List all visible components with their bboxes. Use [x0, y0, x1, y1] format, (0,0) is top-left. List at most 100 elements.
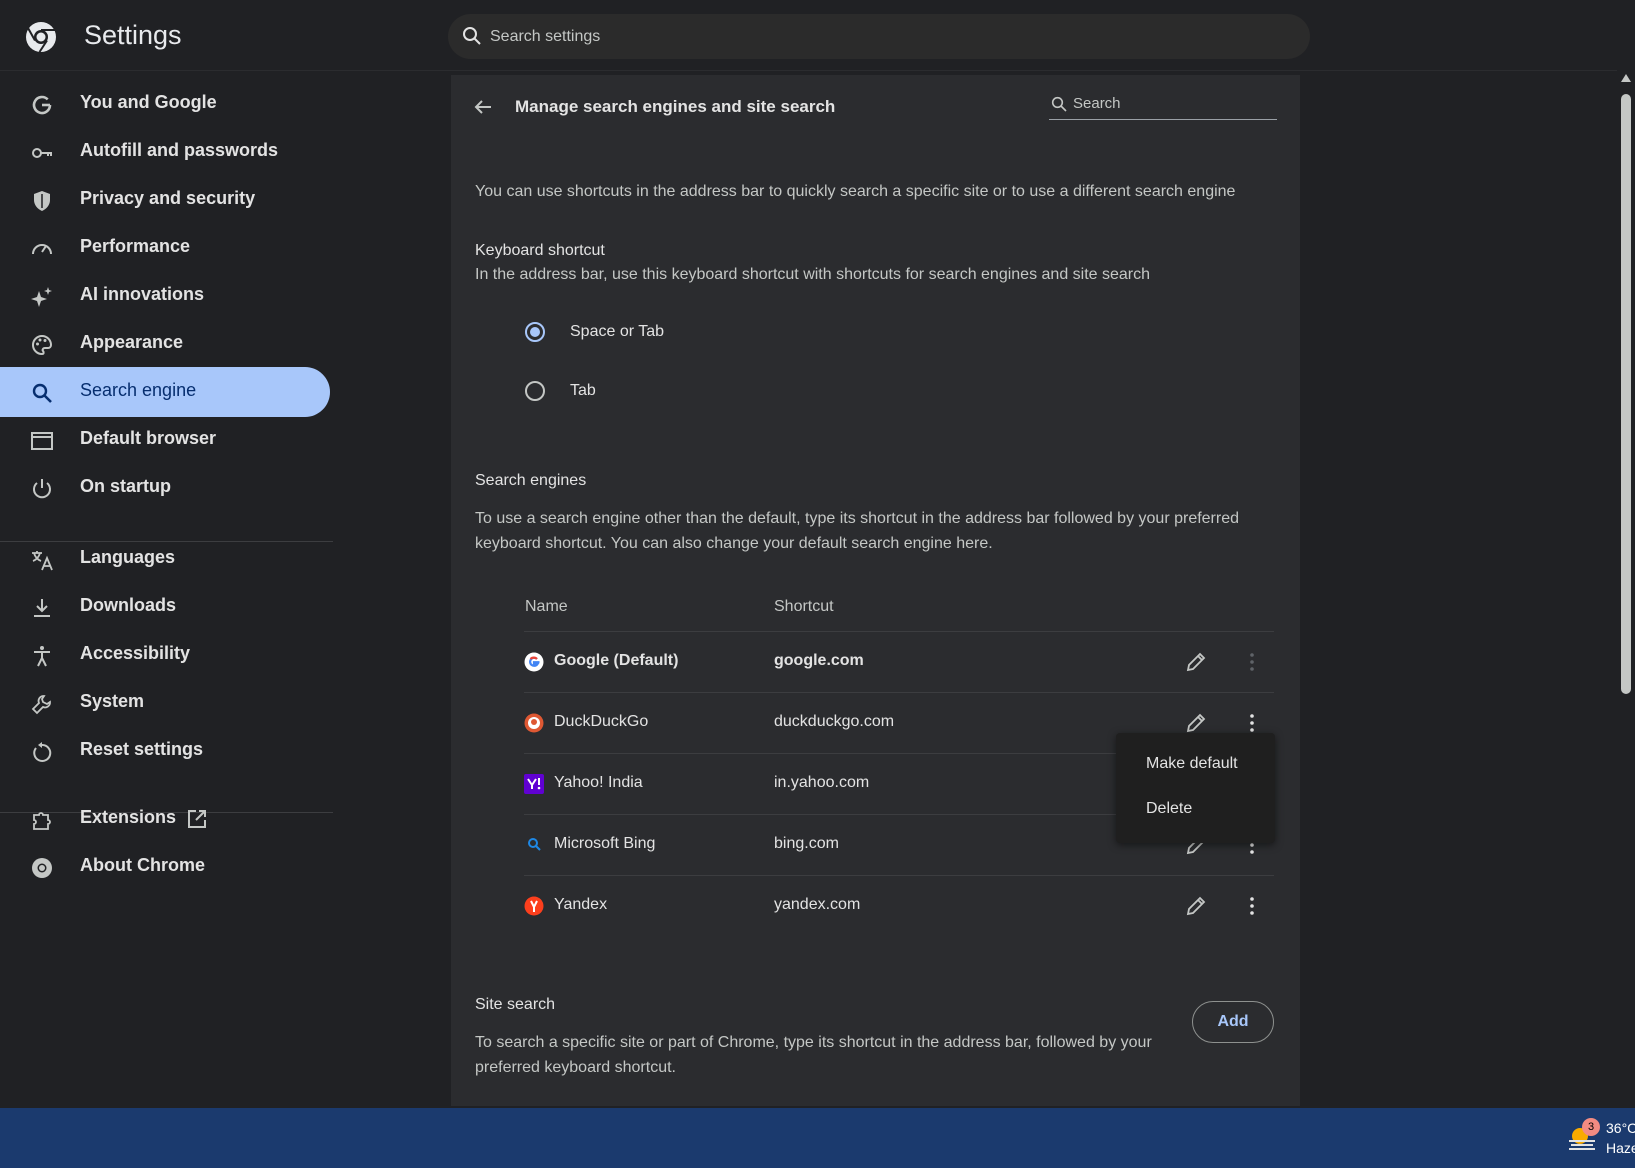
sidebar-item-label: On startup [80, 476, 172, 496]
sidebar-item-label: Autofill and passwords [80, 140, 279, 160]
sidebar-item-system[interactable]: System [0, 678, 330, 728]
app-title: Settings [84, 20, 182, 50]
windows-taskbar: 3 36°C Haze [0, 1108, 1635, 1168]
sidebar-item-label: Accessibility [80, 643, 191, 663]
sidebar-item-extensions[interactable]: Extensions [0, 794, 330, 844]
top-bar: Settings [0, 0, 1635, 71]
bing-favicon [528, 838, 541, 851]
page-title: Manage search engines and site search [515, 97, 836, 116]
shield-icon [34, 191, 50, 211]
more-vertical-icon[interactable] [1240, 711, 1264, 735]
sidebar-item-label: Extensions [80, 807, 177, 827]
sparkle-icon [31, 287, 52, 307]
sidebar-item-ai-innovations[interactable]: AI innovations [0, 271, 330, 321]
sidebar-item-label: Default browser [80, 428, 217, 448]
palette-icon [32, 334, 53, 356]
engine-shortcut: yandex.com [774, 896, 861, 913]
search-icon [463, 27, 481, 45]
engine-name: Microsoft Bing [554, 835, 656, 852]
engine-shortcut: in.yahoo.com [774, 774, 870, 791]
search-engines-card: Manage search engines and site search Yo… [451, 75, 1300, 1106]
radio-space-or-tab[interactable] [525, 322, 545, 342]
engine-name: DuckDuckGo [554, 713, 649, 730]
sidebar-item-label: You and Google [80, 92, 217, 112]
sidebar-item-languages[interactable]: Languages [0, 534, 330, 584]
search-engine-row-google: Google (Default) google.com [524, 631, 1274, 692]
intro-text: You can use shortcuts in the address bar… [475, 183, 1236, 200]
sidebar-item-default-browser[interactable]: Default browser [0, 415, 330, 465]
engine-shortcut: google.com [774, 652, 864, 669]
wrench-icon [31, 695, 51, 715]
sidebar-item-downloads[interactable]: Downloads [0, 582, 330, 632]
radio-label-tab: Tab [570, 382, 596, 399]
search-engines-description: To use a search engine other than the de… [475, 510, 1240, 527]
site-search-description: To search a specific site or part of Chr… [475, 1034, 1152, 1051]
speedometer-icon [32, 244, 52, 255]
puzzle-icon [33, 812, 51, 830]
site-search-heading: Site search [475, 996, 556, 1013]
sidebar-item-you-and-google[interactable]: You and Google [0, 79, 330, 129]
engine-shortcut: bing.com [774, 835, 839, 852]
sidebar-item-label: About Chrome [80, 855, 205, 875]
sidebar-item-accessibility[interactable]: Accessibility [0, 630, 330, 680]
sidebar-nav: You and Google Autofill and passwords Pr… [0, 71, 340, 1106]
radio-tab[interactable] [525, 381, 545, 401]
sidebar-item-search-engine[interactable]: Search engine [0, 367, 330, 417]
keyboard-shortcut-description: In the address bar, use this keyboard sh… [475, 266, 1151, 283]
edit-pencil-icon[interactable] [1184, 711, 1208, 735]
engine-name: Yandex [554, 896, 608, 913]
search-engine-row-yandex: Yandex yandex.com [524, 875, 1274, 936]
sidebar-item-label: Reset settings [80, 739, 204, 759]
back-arrow-icon[interactable] [469, 93, 497, 121]
scroll-up-arrow-icon[interactable] [1621, 74, 1631, 82]
sidebar-item-label: System [80, 691, 145, 711]
engine-name: Google (Default) [554, 652, 679, 669]
sidebar-item-autofill[interactable]: Autofill and passwords [0, 127, 330, 177]
subpage-header: Manage search engines and site search [451, 75, 1300, 135]
menu-item-delete[interactable]: Delete [1116, 788, 1275, 832]
subpage-search-input[interactable] [1073, 89, 1273, 117]
browser-window-icon [31, 432, 53, 450]
sidebar-item-privacy[interactable]: Privacy and security [0, 175, 330, 225]
subpage-search[interactable] [1049, 89, 1277, 120]
settings-search-input[interactable] [490, 14, 1270, 59]
translate-icon [32, 551, 53, 571]
settings-search-bar[interactable] [448, 14, 1310, 59]
sidebar-item-label: AI innovations [80, 284, 205, 304]
sidebar-item-label: Downloads [80, 595, 177, 615]
google-favicon [524, 652, 544, 672]
menu-item-label: Delete [1146, 800, 1193, 817]
engine-context-menu: Make default Delete [1116, 733, 1275, 843]
sidebar-item-label: Privacy and security [80, 188, 256, 208]
notification-badge: 3 [1582, 1118, 1600, 1136]
search-engines-heading: Search engines [475, 472, 587, 489]
yandex-favicon [524, 896, 544, 916]
edit-pencil-icon[interactable] [1184, 894, 1208, 918]
column-header-shortcut: Shortcut [774, 598, 834, 615]
more-vertical-icon[interactable] [1240, 894, 1264, 918]
radio-label-space-or-tab: Space or Tab [570, 323, 664, 340]
sidebar-item-performance[interactable]: Performance [0, 223, 330, 273]
site-search-description-2: preferred keyboard shortcut. [475, 1059, 676, 1076]
menu-item-make-default[interactable]: Make default [1116, 743, 1275, 787]
weather-temperature: 36°C [1606, 1120, 1635, 1136]
weather-description: Haze [1606, 1140, 1635, 1156]
download-icon [34, 599, 50, 617]
sidebar-item-label: Languages [80, 547, 176, 567]
sidebar-item-appearance[interactable]: Appearance [0, 319, 330, 369]
edit-pencil-icon[interactable] [1184, 650, 1208, 674]
scrollbar-thumb[interactable] [1621, 94, 1631, 694]
more-vertical-icon[interactable] [1240, 650, 1264, 674]
sidebar-item-label: Appearance [80, 332, 184, 352]
add-site-search-button[interactable]: Add [1192, 1001, 1274, 1043]
sidebar-item-about-chrome[interactable]: About Chrome [0, 842, 330, 892]
keyboard-shortcut-heading: Keyboard shortcut [475, 242, 605, 259]
chrome-logo-icon [26, 22, 56, 53]
sidebar-item-reset-settings[interactable]: Reset settings [0, 726, 330, 776]
sidebar-item-on-startup[interactable]: On startup [0, 463, 330, 513]
page-scrollbar[interactable] [1617, 70, 1635, 1106]
yahoo-favicon [524, 774, 544, 794]
menu-item-label: Make default [1146, 755, 1238, 772]
search-engines-description-2: keyboard shortcut. You can also change y… [475, 535, 993, 552]
sidebar-item-label: Search engine [80, 380, 197, 400]
